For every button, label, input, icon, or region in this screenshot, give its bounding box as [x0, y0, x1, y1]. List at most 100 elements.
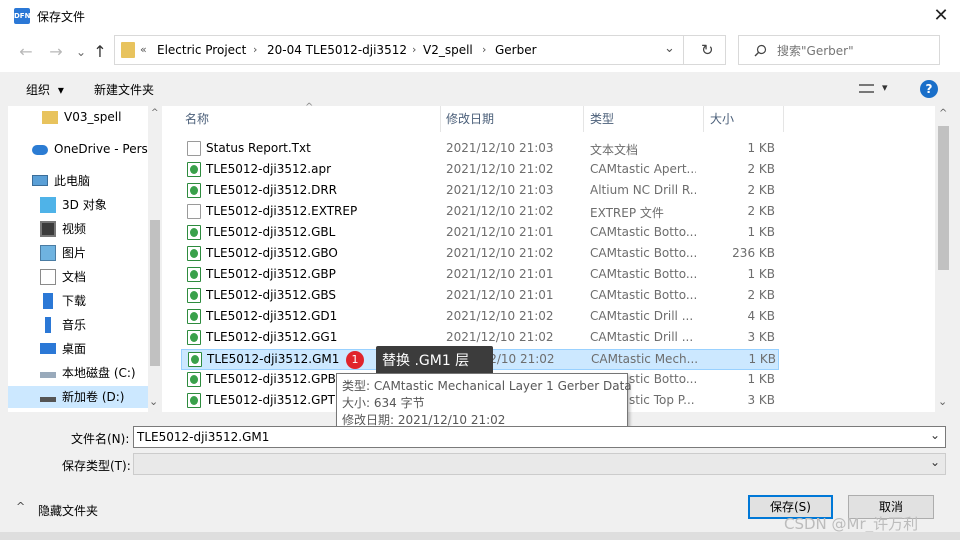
sidebar-item-label: 此电脑: [54, 174, 91, 188]
file-type: 文本文档: [590, 143, 639, 157]
gerber-file-icon: [187, 288, 201, 303]
address-segment[interactable]: V2_spell: [423, 43, 473, 57]
new-folder-button[interactable]: 新建文件夹: [94, 81, 154, 98]
file-date: 2021/12/10 21:03: [446, 183, 554, 197]
gerber-file-icon: [187, 309, 201, 324]
sidebar-item-drive-c[interactable]: 本地磁盘 (C:): [40, 362, 148, 384]
chevron-up-icon[interactable]: ^: [16, 500, 25, 513]
file-type: Altium NC Drill R...: [590, 183, 696, 197]
file-name: TLE5012-dji3512.GBP: [206, 267, 336, 281]
scroll-up-icon[interactable]: ^: [151, 108, 159, 118]
column-divider[interactable]: [440, 106, 441, 132]
filetype-select[interactable]: ⌄: [133, 453, 946, 475]
sidebar-item-label: 视频: [62, 222, 87, 236]
file-date: 2021/12/10 21:03: [446, 141, 554, 155]
annotation-badge: 1: [346, 351, 364, 369]
address-separator[interactable]: ›: [412, 43, 416, 56]
table-row[interactable]: TLE5012-dji3512.GBP 2021/12/10 21:01 CAMta…: [181, 265, 779, 286]
gerber-file-icon: [187, 225, 201, 240]
column-divider[interactable]: [703, 106, 704, 132]
drive-icon: [40, 397, 56, 402]
address-separator[interactable]: ›: [253, 43, 257, 56]
hide-folders-button[interactable]: 隐藏文件夹: [38, 502, 98, 519]
table-row[interactable]: TLE5012-dji3512.GBO 2021/12/10 21:02 CAMta…: [181, 244, 779, 265]
filename-label: 文件名(N):: [71, 432, 130, 446]
sidebar-scrollbar-thumb[interactable]: [150, 220, 160, 366]
gerber-file-icon: [187, 372, 201, 387]
address-bar[interactable]: « Electric Project › 20-04 TLE5012-dji35…: [114, 35, 726, 65]
file-name: TLE5012-dji3512.DRR: [206, 183, 338, 197]
table-row[interactable]: TLE5012-dji3512.DRR 2021/12/10 21:03 Altiu…: [181, 181, 779, 202]
file-size: 2 KB: [747, 288, 775, 302]
address-dropdown-icon[interactable]: ⌄: [664, 41, 675, 56]
tooltip-size: 大小: 634 字节: [342, 396, 425, 410]
sidebar-item-onedrive[interactable]: OneDrive - Perso: [32, 138, 150, 160]
file-size: 3 KB: [747, 393, 775, 407]
scroll-down-icon[interactable]: ⌄: [938, 395, 947, 408]
gerber-file-icon: [187, 393, 201, 408]
back-button[interactable]: ←: [15, 41, 37, 63]
list-view-icon: [859, 84, 874, 93]
file-size: 2 KB: [747, 162, 775, 176]
file-date: 2021/12/10 21:01: [446, 225, 554, 239]
sidebar-item-drive-d[interactable]: 新加卷 (D:): [40, 386, 148, 408]
file-size: 1 KB: [747, 225, 775, 239]
view-dropdown-icon[interactable]: ▾: [882, 81, 888, 94]
address-segment[interactable]: Gerber: [495, 43, 537, 57]
cloud-icon: [32, 145, 48, 155]
table-row[interactable]: TLE5012-dji3512.EXTREP 2021/12/10 21:02 EX…: [181, 202, 779, 223]
chevron-down-icon[interactable]: ⌄: [930, 455, 940, 469]
column-header-size[interactable]: 大小: [710, 106, 734, 132]
view-options-button[interactable]: [858, 79, 878, 99]
refresh-button[interactable]: ↻: [701, 41, 714, 59]
table-row[interactable]: TLE5012-dji3512.GBS 2021/12/10 21:01 CAMta…: [181, 286, 779, 307]
tooltip-type: 类型: CAMtastic Mechanical Layer 1 Gerber …: [342, 379, 632, 393]
search-icon: [754, 44, 767, 57]
up-button[interactable]: ↑: [89, 41, 111, 63]
file-size: 1 KB: [747, 267, 775, 281]
file-size: 1 KB: [747, 372, 775, 386]
title-bar: DFN 保存文件 ✕: [0, 0, 960, 32]
file-type: CAMtastic Drill ...: [590, 330, 694, 344]
forward-button[interactable]: →: [45, 41, 67, 63]
column-divider[interactable]: [783, 106, 784, 132]
file-size: 4 KB: [747, 309, 775, 323]
table-row[interactable]: TLE5012-dji3512.GBL 2021/12/10 21:01 CAMta…: [181, 223, 779, 244]
column-header-date[interactable]: 修改日期: [446, 106, 494, 132]
navigation-pane: V03_spell OneDrive - Perso 此电脑 3D 对象 视频 …: [8, 106, 162, 412]
file-date: 2021/12/10 21:02: [446, 162, 554, 176]
organize-menu[interactable]: 组织 ▾: [26, 81, 64, 98]
file-size: 1 KB: [747, 141, 775, 155]
address-overflow[interactable]: «: [140, 43, 147, 56]
column-header-type[interactable]: 类型: [590, 106, 614, 132]
file-list-scrollbar[interactable]: ^ ⌄: [935, 106, 952, 412]
search-input[interactable]: [775, 41, 929, 61]
table-row[interactable]: TLE5012-dji3512.apr 2021/12/10 21:02 CAMta…: [181, 160, 779, 181]
file-name: TLE5012-dji3512.EXTREP: [206, 204, 358, 218]
scroll-up-icon[interactable]: ^: [939, 108, 947, 119]
table-row[interactable]: TLE5012-dji3512.GD1 2021/12/10 21:02 CAMta…: [181, 307, 779, 328]
chevron-down-icon: ▾: [57, 83, 64, 97]
address-segment[interactable]: 20-04 TLE5012-dji3512: [267, 43, 407, 57]
table-row[interactable]: Status Report.Txt 2021/12/10 21:03 文本文档 1 K…: [181, 139, 779, 160]
file-type: CAMtastic Drill ...: [590, 309, 694, 323]
close-button[interactable]: ✕: [922, 0, 960, 32]
file-list-scrollbar-thumb[interactable]: [938, 126, 949, 270]
gerber-file-icon: [188, 352, 202, 367]
cube-icon: [40, 197, 56, 213]
filename-input[interactable]: TLE5012-dji3512.GM1: [137, 430, 269, 444]
scroll-down-icon[interactable]: ⌄: [149, 395, 158, 408]
column-divider[interactable]: [583, 106, 584, 132]
filename-field[interactable]: TLE5012-dji3512.GM1 ⌄: [133, 426, 946, 448]
organize-label: 组织: [26, 83, 51, 97]
sidebar-scrollbar[interactable]: ^ ⌄: [148, 106, 162, 412]
search-box[interactable]: [738, 35, 940, 65]
help-button[interactable]: ?: [920, 80, 938, 98]
address-segment[interactable]: Electric Project: [157, 43, 246, 57]
file-type: CAMtastic Apert...: [590, 162, 696, 176]
chevron-down-icon[interactable]: ⌄: [930, 428, 940, 442]
column-header-name[interactable]: 名称: [185, 106, 209, 132]
address-separator[interactable]: ›: [482, 43, 486, 56]
file-name: TLE5012-dji3512.GBO: [206, 246, 338, 260]
file-size: 3 KB: [747, 330, 775, 344]
